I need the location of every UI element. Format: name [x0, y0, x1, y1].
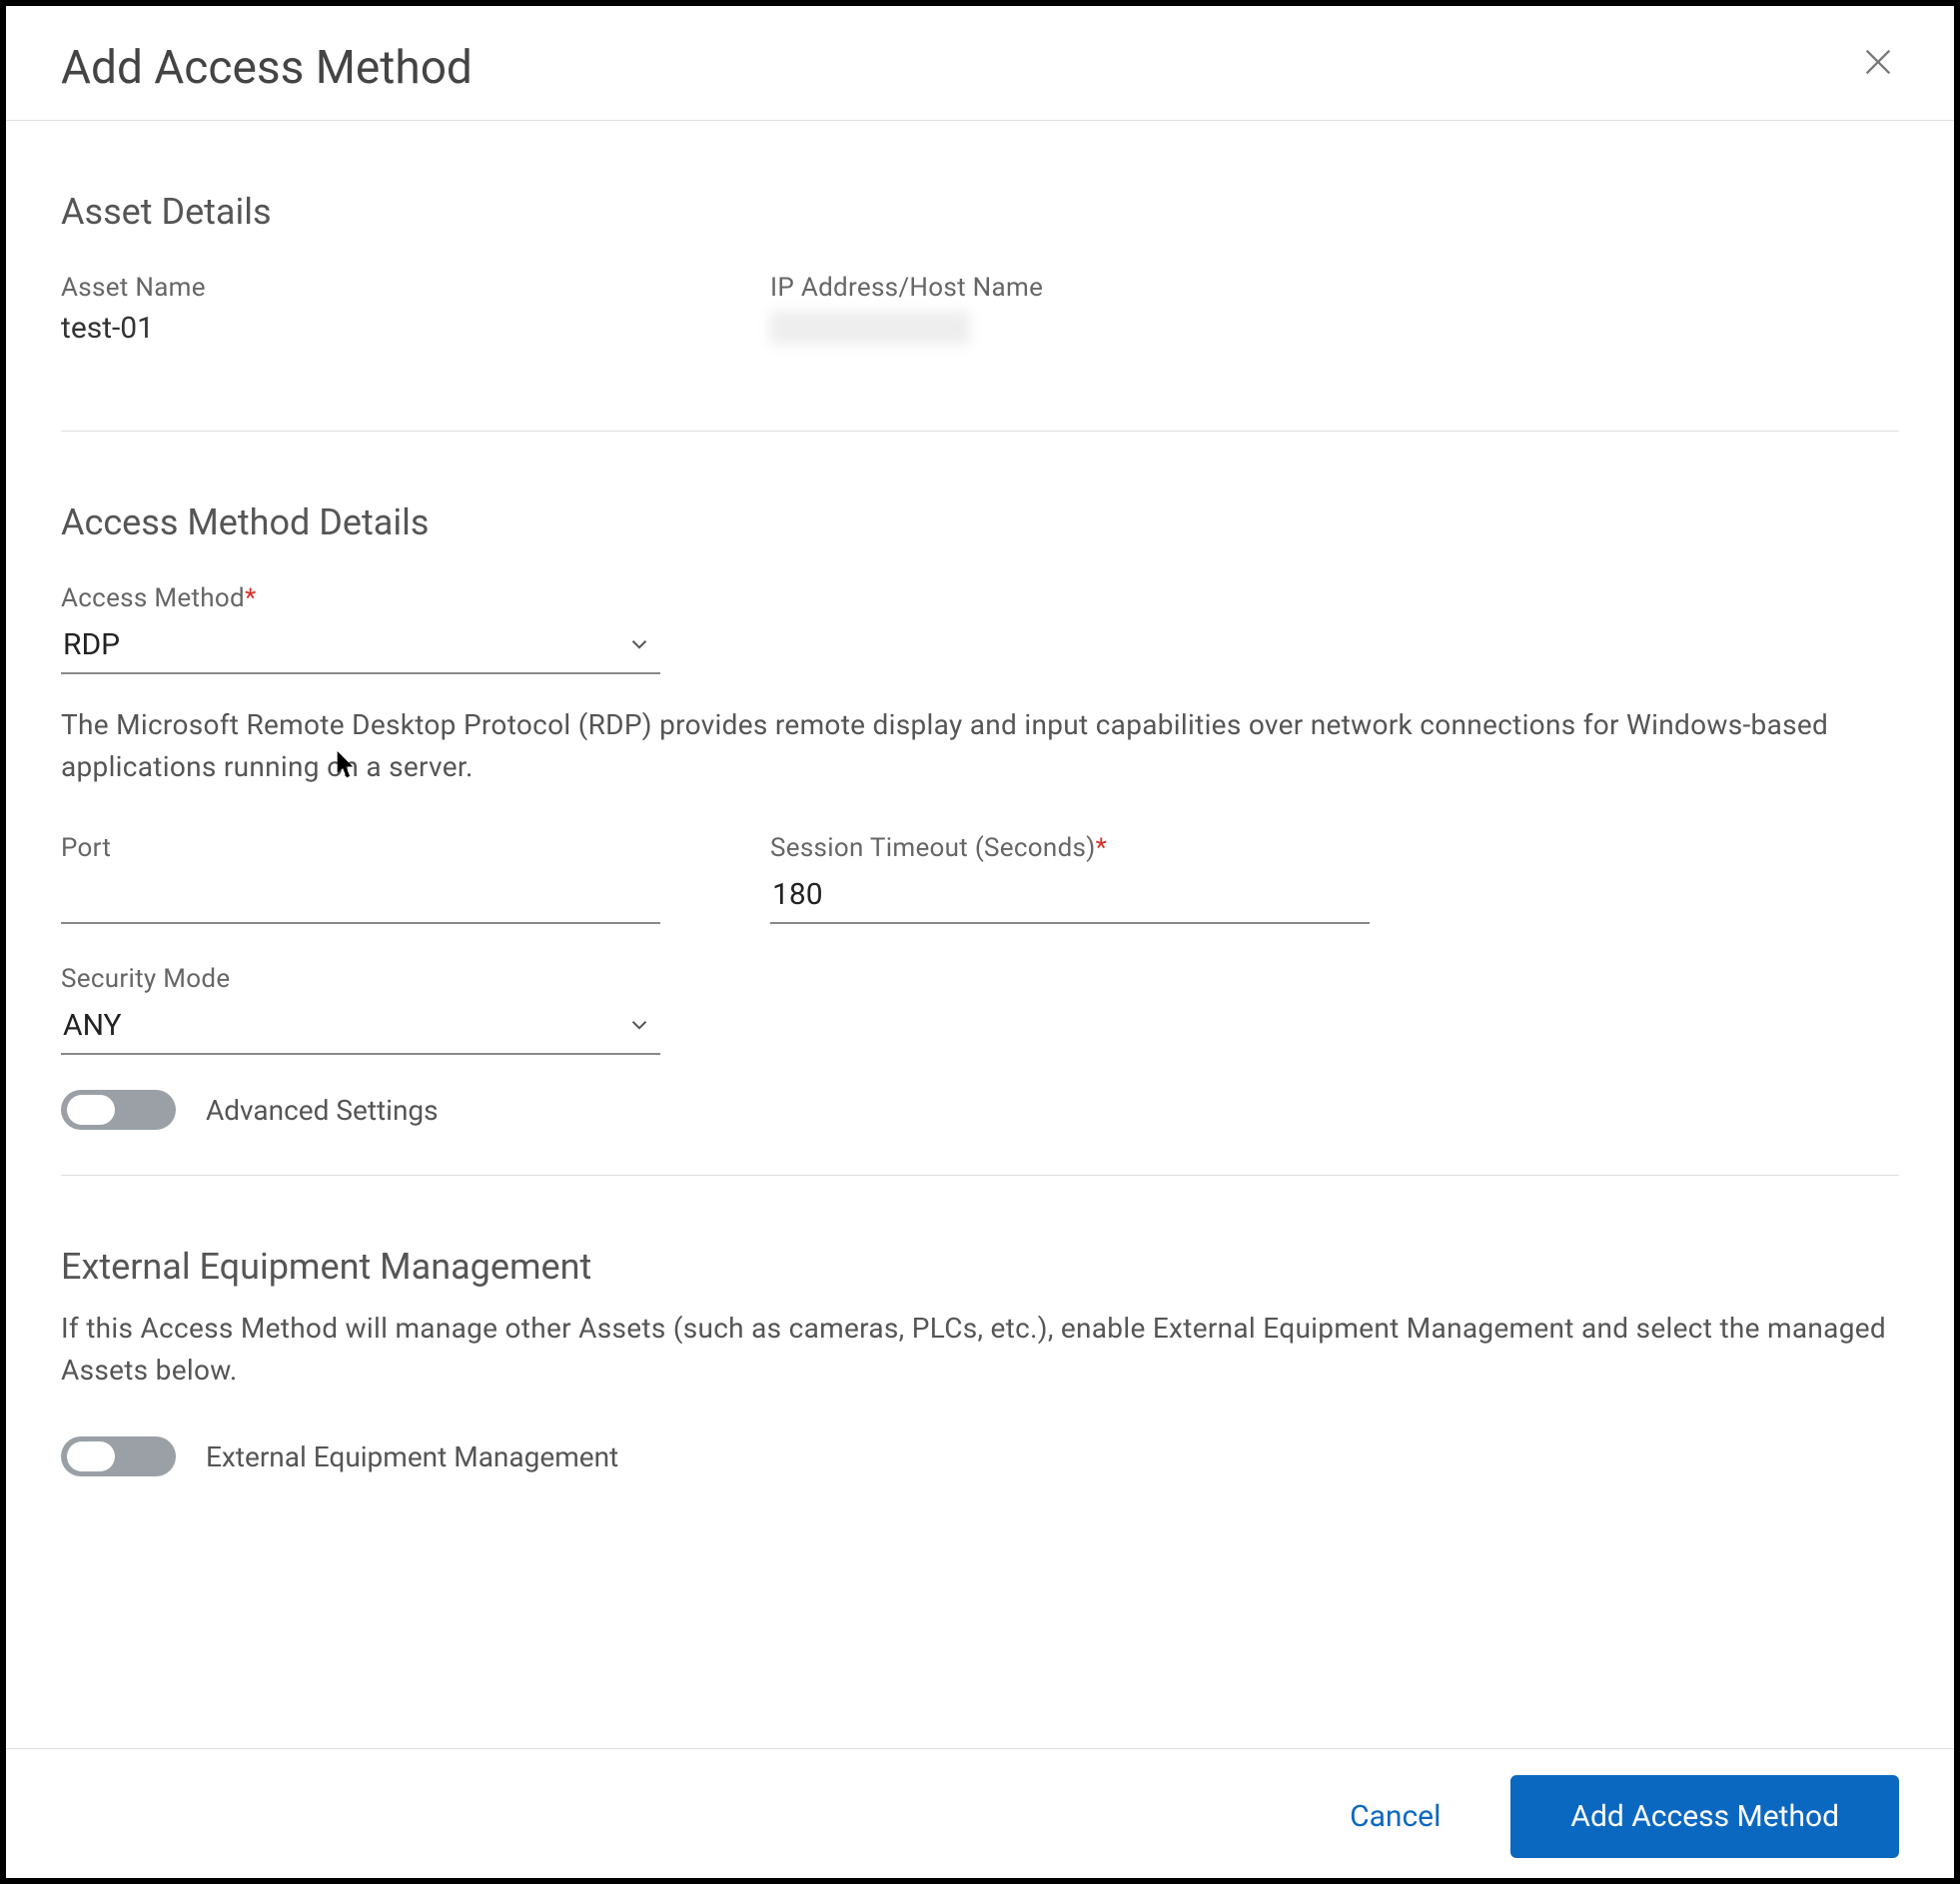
security-mode-label: Security Mode: [61, 964, 1899, 994]
access-method-label: Access Method*: [61, 583, 1899, 613]
dialog-footer: Cancel Add Access Method: [6, 1748, 1954, 1878]
dialog-title: Add Access Method: [61, 41, 473, 95]
ip-label: IP Address/Host Name: [770, 273, 1043, 303]
asset-details-section: Asset Details Asset Name test-01 IP Addr…: [61, 121, 1899, 432]
port-label: Port: [61, 833, 660, 863]
advanced-settings-label: Advanced Settings: [206, 1094, 439, 1127]
external-equipment-description: If this Access Method will manage other …: [61, 1308, 1899, 1392]
close-icon[interactable]: [1857, 41, 1899, 91]
cancel-button[interactable]: Cancel: [1350, 1799, 1441, 1834]
ip-value-redacted: [770, 311, 970, 345]
add-access-method-dialog: Add Access Method Asset Details Asset Na…: [6, 6, 1954, 1878]
access-method-details-heading: Access Method Details: [61, 501, 1899, 543]
access-method-select[interactable]: [61, 621, 660, 674]
access-method-details-section: Access Method Details Access Method* The…: [61, 432, 1899, 1176]
external-equipment-toggle-row: External Equipment Management: [61, 1436, 1899, 1476]
session-timeout-field-wrap: Session Timeout (Seconds)*: [770, 833, 1370, 924]
external-equipment-toggle[interactable]: [61, 1436, 176, 1476]
dialog-header: Add Access Method: [6, 6, 1954, 121]
security-mode-select[interactable]: [61, 1002, 660, 1055]
asset-name-field: Asset Name test-01: [61, 273, 660, 346]
advanced-settings-toggle[interactable]: [61, 1090, 176, 1130]
ip-field: IP Address/Host Name: [770, 273, 1043, 346]
asset-details-heading: Asset Details: [61, 191, 1899, 233]
advanced-settings-row: Advanced Settings: [61, 1090, 1899, 1130]
asset-name-label: Asset Name: [61, 273, 660, 303]
port-field-wrap: Port: [61, 833, 660, 924]
external-equipment-toggle-label: External Equipment Management: [206, 1440, 618, 1473]
session-timeout-input[interactable]: [770, 871, 1370, 924]
asset-name-value: test-01: [61, 311, 660, 346]
external-equipment-heading: External Equipment Management: [61, 1246, 1899, 1288]
add-access-method-button[interactable]: Add Access Method: [1510, 1775, 1899, 1858]
port-input[interactable]: [61, 871, 660, 924]
access-method-description: The Microsoft Remote Desktop Protocol (R…: [61, 704, 1899, 788]
external-equipment-section: External Equipment Management If this Ac…: [61, 1176, 1899, 1521]
dialog-content: Asset Details Asset Name test-01 IP Addr…: [6, 121, 1954, 1748]
session-timeout-label: Session Timeout (Seconds)*: [770, 833, 1370, 863]
